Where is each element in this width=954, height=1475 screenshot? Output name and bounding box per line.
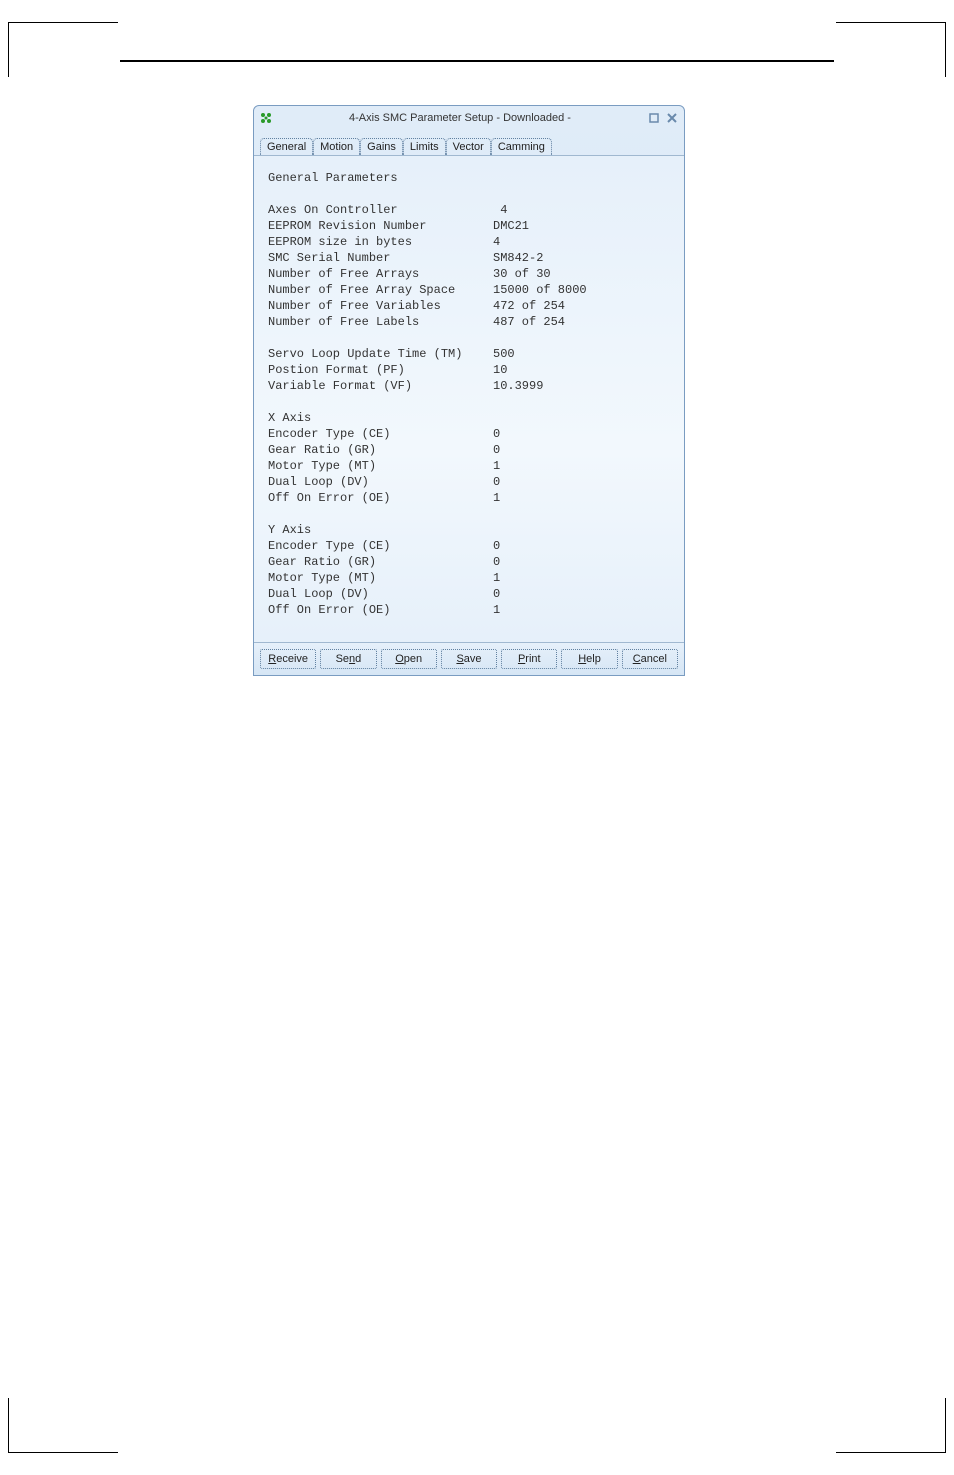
- header-rule: [120, 60, 834, 62]
- param-value: 472 of 254: [493, 298, 565, 314]
- param-row: Dual Loop (DV)0: [268, 474, 670, 490]
- axis-title: X Axis: [268, 410, 493, 426]
- param-row: Variable Format (VF)10.3999: [268, 378, 670, 394]
- param-value: 10: [493, 362, 507, 378]
- param-row: Motor Type (MT)1: [268, 570, 670, 586]
- axis-header: Y Axis: [268, 522, 670, 538]
- axis-title: Y Axis: [268, 522, 493, 538]
- parameter-setup-dialog: 4-Axis SMC Parameter Setup - Downloaded …: [253, 105, 685, 676]
- param-label: Off On Error (OE): [268, 490, 493, 506]
- axis-header: X Axis: [268, 410, 670, 426]
- param-value: 15000 of 8000: [493, 282, 587, 298]
- param-row: Off On Error (OE)1: [268, 490, 670, 506]
- app-icon: [258, 110, 274, 126]
- param-row: EEPROM Revision NumberDMC21: [268, 218, 670, 234]
- param-value: 0: [493, 426, 500, 442]
- send-button[interactable]: Send: [320, 649, 376, 669]
- crop-mark-br: [836, 1398, 946, 1453]
- param-value: 487 of 254: [493, 314, 565, 330]
- param-value: 0: [493, 554, 500, 570]
- param-row: Encoder Type (CE)0: [268, 538, 670, 554]
- param-label: Number of Free Labels: [268, 314, 493, 330]
- param-value: DMC21: [493, 218, 529, 234]
- param-label: Number of Free Array Space: [268, 282, 493, 298]
- help-button[interactable]: Help: [561, 649, 617, 669]
- window-title: 4-Axis SMC Parameter Setup - Downloaded …: [274, 112, 646, 124]
- param-label: Motor Type (MT): [268, 458, 493, 474]
- open-button[interactable]: Open: [381, 649, 437, 669]
- param-row: Number of Free Labels487 of 254: [268, 314, 670, 330]
- param-row: Dual Loop (DV)0: [268, 586, 670, 602]
- param-label: Dual Loop (DV): [268, 586, 493, 602]
- param-label: Number of Free Arrays: [268, 266, 493, 282]
- param-row: Number of Free Array Space15000 of 8000: [268, 282, 670, 298]
- section-header: General Parameters: [268, 170, 670, 186]
- param-row: Gear Ratio (GR)0: [268, 554, 670, 570]
- param-row: Servo Loop Update Time (TM)500: [268, 346, 670, 362]
- param-label: EEPROM size in bytes: [268, 234, 493, 250]
- cancel-button[interactable]: Cancel: [622, 649, 678, 669]
- button-row: Receive Send Open Save Print Help Cancel: [254, 642, 684, 675]
- param-value: 0: [493, 442, 500, 458]
- crop-mark-tr: [836, 22, 946, 77]
- param-label: Gear Ratio (GR): [268, 442, 493, 458]
- maximize-icon[interactable]: [646, 111, 662, 125]
- tab-general[interactable]: General: [260, 138, 313, 155]
- tab-vector[interactable]: Vector: [446, 138, 491, 155]
- param-label: EEPROM Revision Number: [268, 218, 493, 234]
- param-row: EEPROM size in bytes4: [268, 234, 670, 250]
- close-icon[interactable]: [664, 111, 680, 125]
- titlebar: 4-Axis SMC Parameter Setup - Downloaded …: [254, 106, 684, 130]
- param-value: 1: [493, 458, 500, 474]
- param-value: 30 of 30: [493, 266, 551, 282]
- param-label: Motor Type (MT): [268, 570, 493, 586]
- param-value: 0: [493, 474, 500, 490]
- param-label: Encoder Type (CE): [268, 426, 493, 442]
- param-value: 500: [493, 346, 515, 362]
- param-value: 10.3999: [493, 378, 543, 394]
- param-label: Encoder Type (CE): [268, 538, 493, 554]
- tab-motion[interactable]: Motion: [313, 138, 360, 155]
- tab-camming[interactable]: Camming: [491, 138, 552, 155]
- param-label: Postion Format (PF): [268, 362, 493, 378]
- param-value: 4: [493, 202, 507, 218]
- param-value: 1: [493, 570, 500, 586]
- param-label: Variable Format (VF): [268, 378, 493, 394]
- param-row: Number of Free Variables472 of 254: [268, 298, 670, 314]
- param-row: SMC Serial NumberSM842-2: [268, 250, 670, 266]
- param-row: Postion Format (PF)10: [268, 362, 670, 378]
- param-label: Gear Ratio (GR): [268, 554, 493, 570]
- param-row: Number of Free Arrays30 of 30: [268, 266, 670, 282]
- param-row: Off On Error (OE)1: [268, 602, 670, 618]
- param-row: Axes On Controller 4: [268, 202, 670, 218]
- param-row: Encoder Type (CE)0: [268, 426, 670, 442]
- tab-limits[interactable]: Limits: [403, 138, 446, 155]
- param-label: Axes On Controller: [268, 202, 493, 218]
- content-panel: General Parameters Axes On Controller 4 …: [254, 156, 684, 642]
- param-label: Dual Loop (DV): [268, 474, 493, 490]
- param-label: SMC Serial Number: [268, 250, 493, 266]
- param-value: SM842-2: [493, 250, 543, 266]
- tabbar: General Motion Gains Limits Vector Cammi…: [254, 130, 684, 156]
- param-row: Gear Ratio (GR)0: [268, 442, 670, 458]
- param-label: Number of Free Variables: [268, 298, 493, 314]
- save-button[interactable]: Save: [441, 649, 497, 669]
- param-value: 0: [493, 538, 500, 554]
- crop-mark-bl: [8, 1398, 118, 1453]
- print-button[interactable]: Print: [501, 649, 557, 669]
- param-label: Servo Loop Update Time (TM): [268, 346, 493, 362]
- param-value: 0: [493, 586, 500, 602]
- param-value: 1: [493, 602, 500, 618]
- param-value: 4: [493, 234, 500, 250]
- tab-gains[interactable]: Gains: [360, 138, 403, 155]
- param-value: 1: [493, 490, 500, 506]
- param-label: Off On Error (OE): [268, 602, 493, 618]
- param-row: Motor Type (MT)1: [268, 458, 670, 474]
- crop-mark-tl: [8, 22, 118, 77]
- receive-button[interactable]: Receive: [260, 649, 316, 669]
